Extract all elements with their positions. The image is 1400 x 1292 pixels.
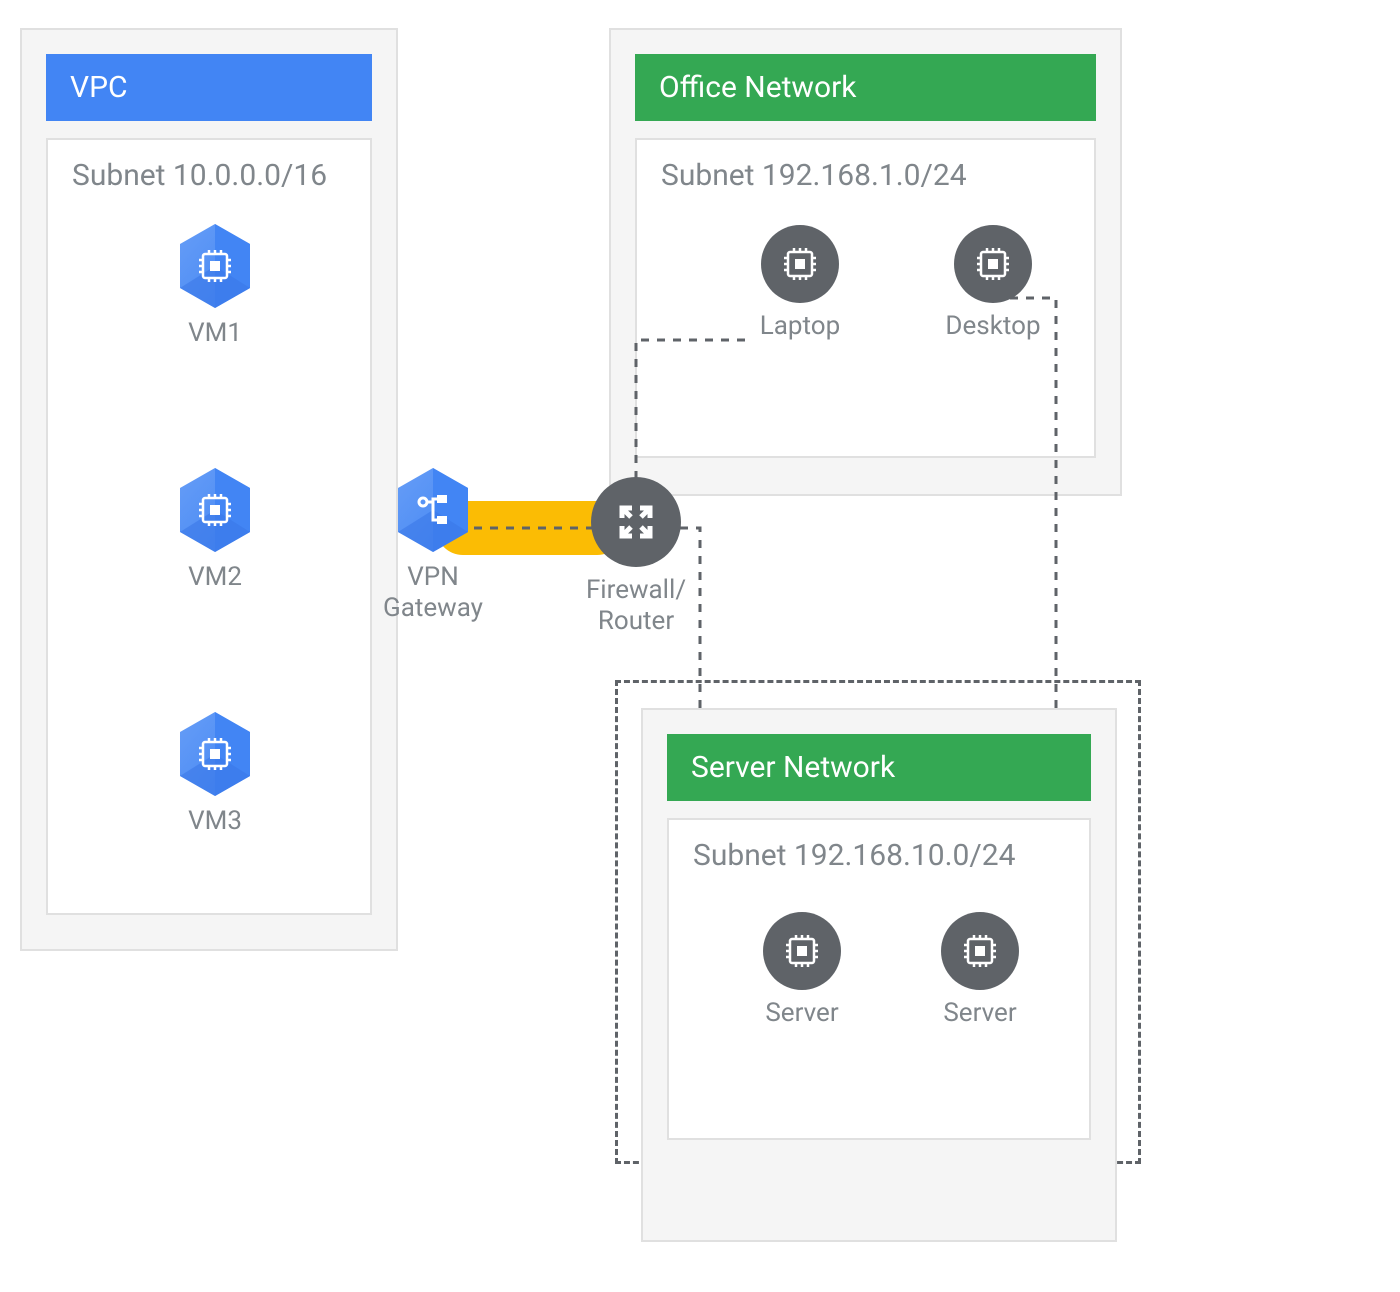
server2-node: Server (920, 912, 1040, 1029)
chip-icon (954, 225, 1032, 303)
vpn-gateway-label: VPN Gateway (373, 562, 493, 624)
chip-icon (761, 225, 839, 303)
laptop-node: Laptop (740, 225, 860, 342)
firewall-node: Firewall/ Router (576, 477, 696, 637)
expand-icon (591, 477, 681, 567)
vpc-subnet-label: Subnet 10.0.0.0/16 (72, 158, 346, 193)
gateway-icon (394, 466, 472, 554)
chip-icon (763, 912, 841, 990)
server1-node: Server (742, 912, 862, 1029)
vpn-gateway-node: VPN Gateway (373, 466, 493, 624)
firewall-label: Firewall/ Router (576, 575, 696, 637)
server2-label: Server (920, 998, 1040, 1029)
desktop-label: Desktop (928, 311, 1058, 342)
compute-icon (176, 710, 254, 798)
server1-label: Server (742, 998, 862, 1029)
vm3-label: VM3 (171, 806, 259, 837)
vm1-label: VM1 (171, 318, 259, 349)
vm2-node: VM2 (171, 466, 259, 593)
chip-icon (941, 912, 1019, 990)
compute-icon (176, 466, 254, 554)
vm2-label: VM2 (171, 562, 259, 593)
vm3-node: VM3 (171, 710, 259, 837)
compute-icon (176, 222, 254, 310)
desktop-node: Desktop (928, 225, 1058, 342)
vpc-title: VPC (46, 54, 372, 121)
laptop-label: Laptop (740, 311, 860, 342)
vm1-node: VM1 (171, 222, 259, 349)
